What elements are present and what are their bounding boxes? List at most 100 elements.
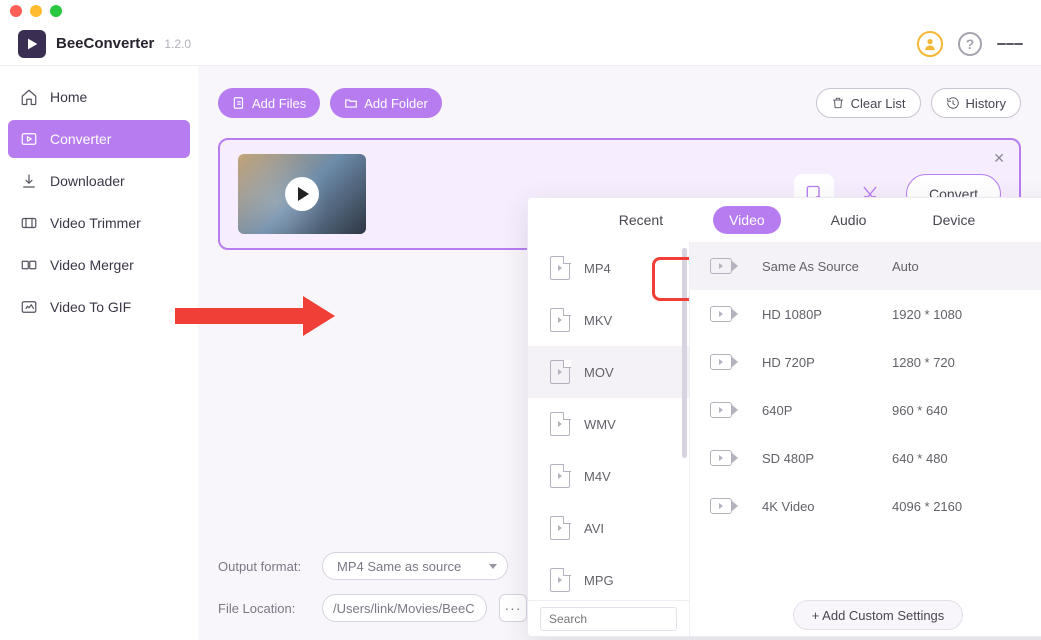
resolution-name: SD 480P: [762, 451, 892, 466]
app-name: BeeConverter: [56, 35, 154, 52]
camera-icon: [710, 402, 732, 418]
camera-icon: [710, 450, 732, 466]
window-zoom-icon[interactable]: [50, 5, 62, 17]
format-search-input[interactable]: [540, 607, 677, 631]
format-label: WMV: [584, 417, 616, 432]
resolution-size: 1280 * 720: [892, 355, 955, 370]
add-custom-label: + Add Custom Settings: [812, 608, 945, 623]
window-minimize-icon[interactable]: [30, 5, 42, 17]
format-item-wmv[interactable]: WMV: [528, 398, 689, 450]
format-item-mkv[interactable]: MKV: [528, 294, 689, 346]
output-format-select[interactable]: MP4 Same as source: [322, 552, 508, 580]
trim-icon: [20, 214, 38, 232]
tab-video[interactable]: Video: [713, 206, 781, 234]
resolution-name: HD 720P: [762, 355, 892, 370]
resolution-item[interactable]: 4K Video4096 * 2160: [690, 482, 1041, 530]
user-icon: [917, 31, 943, 57]
help-icon: ?: [958, 32, 982, 56]
clip-thumbnail[interactable]: [238, 154, 366, 234]
sidebar: Home Converter Downloader Video Trimmer …: [0, 66, 198, 640]
camera-icon: [710, 498, 732, 514]
add-files-label: Add Files: [252, 96, 306, 111]
resolution-column: Same As SourceAuto HD 1080P1920 * 1080 H…: [690, 242, 1041, 636]
add-folder-label: Add Folder: [364, 96, 428, 111]
format-label: AVI: [584, 521, 604, 536]
file-icon: [550, 412, 570, 436]
tab-device[interactable]: Device: [916, 206, 991, 234]
menu-button[interactable]: [997, 31, 1023, 57]
convert-icon: [20, 130, 38, 148]
tab-recent[interactable]: Recent: [603, 206, 679, 234]
resolution-item[interactable]: HD 1080P1920 * 1080: [690, 290, 1041, 338]
format-item-m4v[interactable]: M4V: [528, 450, 689, 502]
tab-label: Recent: [619, 212, 663, 228]
format-label: MPG: [584, 573, 614, 588]
clear-list-label: Clear List: [851, 96, 906, 111]
play-icon: [285, 177, 319, 211]
sidebar-item-gif[interactable]: Video To GIF: [8, 288, 190, 326]
file-icon: [550, 464, 570, 488]
resolution-size: Auto: [892, 259, 919, 274]
sidebar-item-downloader[interactable]: Downloader: [8, 162, 190, 200]
window-titlebar: [0, 0, 1041, 22]
resolution-name: 640P: [762, 403, 892, 418]
resolution-list: Same As SourceAuto HD 1080P1920 * 1080 H…: [690, 242, 1041, 594]
format-item-mov[interactable]: MOV: [528, 346, 689, 398]
sidebar-item-label: Video Trimmer: [50, 215, 141, 231]
resolution-item[interactable]: HD 720P1280 * 720: [690, 338, 1041, 386]
format-search: [528, 600, 689, 636]
output-format-value: MP4 Same as source: [337, 559, 461, 574]
resolution-item[interactable]: SD 480P640 * 480: [690, 434, 1041, 482]
add-custom-settings-button[interactable]: + Add Custom Settings: [793, 600, 964, 630]
tab-audio[interactable]: Audio: [815, 206, 883, 234]
format-label: MOV: [584, 365, 614, 380]
format-item-mp4[interactable]: MP4: [528, 242, 689, 294]
file-location-display: /Users/link/Movies/BeeC: [322, 594, 487, 622]
browse-path-button[interactable]: ···: [499, 594, 527, 622]
resolution-name: 4K Video: [762, 499, 892, 514]
help-button[interactable]: ?: [957, 31, 983, 57]
sidebar-item-trimmer[interactable]: Video Trimmer: [8, 204, 190, 242]
format-item-mpg[interactable]: MPG: [528, 554, 689, 600]
file-location-value: /Users/link/Movies/BeeC: [333, 601, 475, 616]
add-folder-button[interactable]: Add Folder: [330, 88, 442, 118]
add-files-button[interactable]: Add Files: [218, 88, 320, 118]
resolution-size: 960 * 640: [892, 403, 948, 418]
tab-label: Audio: [831, 212, 867, 228]
resolution-size: 640 * 480: [892, 451, 948, 466]
tab-label: Device: [932, 212, 975, 228]
format-label: MP4: [584, 261, 611, 276]
app-logo-icon: [18, 30, 46, 58]
format-popover: Recent Video Audio Device MP4 MKV MOV WM…: [527, 197, 1041, 637]
sidebar-item-merger[interactable]: Video Merger: [8, 246, 190, 284]
window-close-icon[interactable]: [10, 5, 22, 17]
resolution-item[interactable]: 640P960 * 640: [690, 386, 1041, 434]
home-icon: [20, 88, 38, 106]
format-label: M4V: [584, 469, 611, 484]
tab-label: Video: [729, 212, 765, 228]
download-icon: [20, 172, 38, 190]
sidebar-item-label: Video Merger: [50, 257, 134, 273]
output-format-label: Output format:: [218, 559, 310, 574]
format-column: MP4 MKV MOV WMV M4V AVI MPG: [528, 242, 690, 636]
resolution-size: 1920 * 1080: [892, 307, 962, 322]
clear-list-button[interactable]: Clear List: [816, 88, 921, 118]
sidebar-item-home[interactable]: Home: [8, 78, 190, 116]
file-icon: [550, 568, 570, 592]
popover-tabs: Recent Video Audio Device: [528, 198, 1041, 242]
account-button[interactable]: [917, 31, 943, 57]
resolution-name: Same As Source: [762, 259, 892, 274]
format-list[interactable]: MP4 MKV MOV WMV M4V AVI MPG: [528, 242, 689, 600]
camera-icon: [710, 258, 732, 274]
format-item-avi[interactable]: AVI: [528, 502, 689, 554]
sidebar-item-label: Downloader: [50, 173, 125, 189]
remove-clip-button[interactable]: ✕: [993, 150, 1005, 167]
history-button[interactable]: History: [931, 88, 1021, 118]
resolution-size: 4096 * 2160: [892, 499, 962, 514]
camera-icon: [710, 354, 732, 370]
resolution-item[interactable]: Same As SourceAuto: [690, 242, 1041, 290]
sidebar-item-converter[interactable]: Converter: [8, 120, 190, 158]
history-label: History: [966, 96, 1006, 111]
sidebar-item-label: Home: [50, 89, 87, 105]
resolution-name: HD 1080P: [762, 307, 892, 322]
